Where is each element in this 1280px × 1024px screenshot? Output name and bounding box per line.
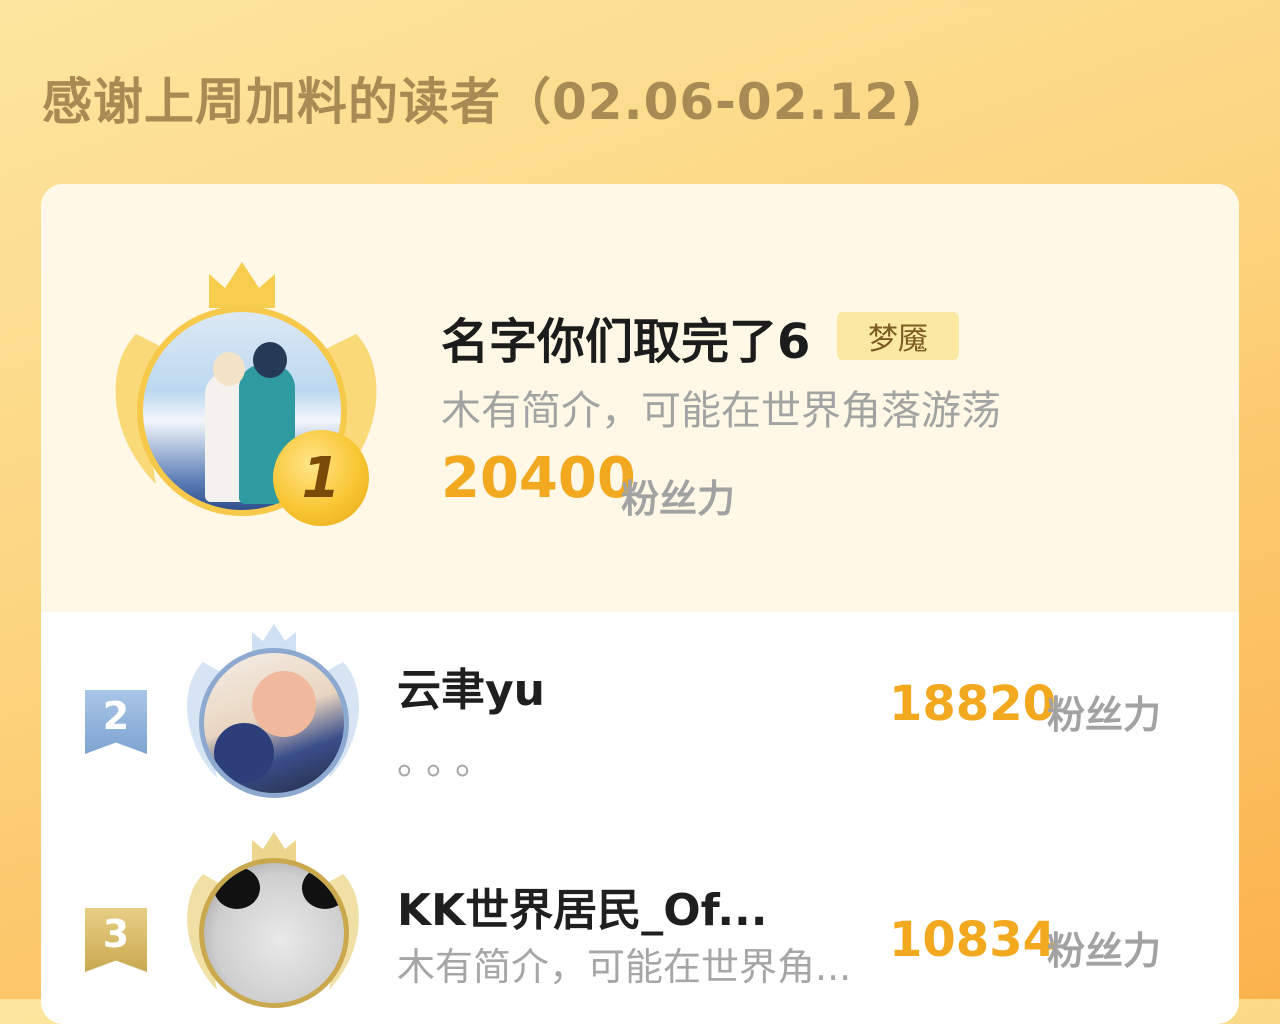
- user-name[interactable]: 云聿yu: [397, 654, 545, 718]
- crown-icon: [209, 262, 275, 308]
- fan-power-unit: 粉丝力: [1047, 929, 1162, 973]
- fan-power-score: 10834: [889, 912, 1056, 968]
- fan-power-unit: 粉丝力: [621, 477, 736, 521]
- first-place-entry[interactable]: 1 名字你们取完了6 梦魇 木有简介，可能在世界角落游荡 20400 粉丝力: [41, 184, 1239, 612]
- user-intro: 木有简介，可能在世界角落游荡: [441, 388, 1001, 434]
- rank-flag: 2: [85, 690, 147, 754]
- user-name[interactable]: 名字你们取完了6: [441, 302, 810, 372]
- leaderboard-card: 1 名字你们取完了6 梦魇 木有简介，可能在世界角落游荡 20400 粉丝力 2…: [41, 184, 1239, 1024]
- fan-power-score: 20400: [441, 446, 636, 511]
- user-name[interactable]: KK世界居民_Of...: [397, 874, 767, 938]
- list-item[interactable]: 2 云聿yu 。。。 18820 粉丝力: [41, 614, 1239, 834]
- rank-flag: 3: [85, 908, 147, 972]
- user-intro: 。。。: [397, 739, 504, 783]
- fan-power-unit: 粉丝力: [1047, 693, 1162, 737]
- page-title: 感谢上周加料的读者（02.06-02.12): [42, 73, 924, 131]
- avatar[interactable]: [199, 648, 349, 798]
- rank-medal: 1: [273, 430, 369, 526]
- avatar[interactable]: [199, 858, 349, 1008]
- level-badge: 梦魇: [837, 312, 959, 360]
- user-intro: 木有简介，可能在世界角...: [397, 945, 852, 989]
- fan-power-score: 18820: [889, 676, 1056, 732]
- list-item[interactable]: 3 KK世界居民_Of... 木有简介，可能在世界角... 10834 粉丝力: [41, 832, 1239, 1024]
